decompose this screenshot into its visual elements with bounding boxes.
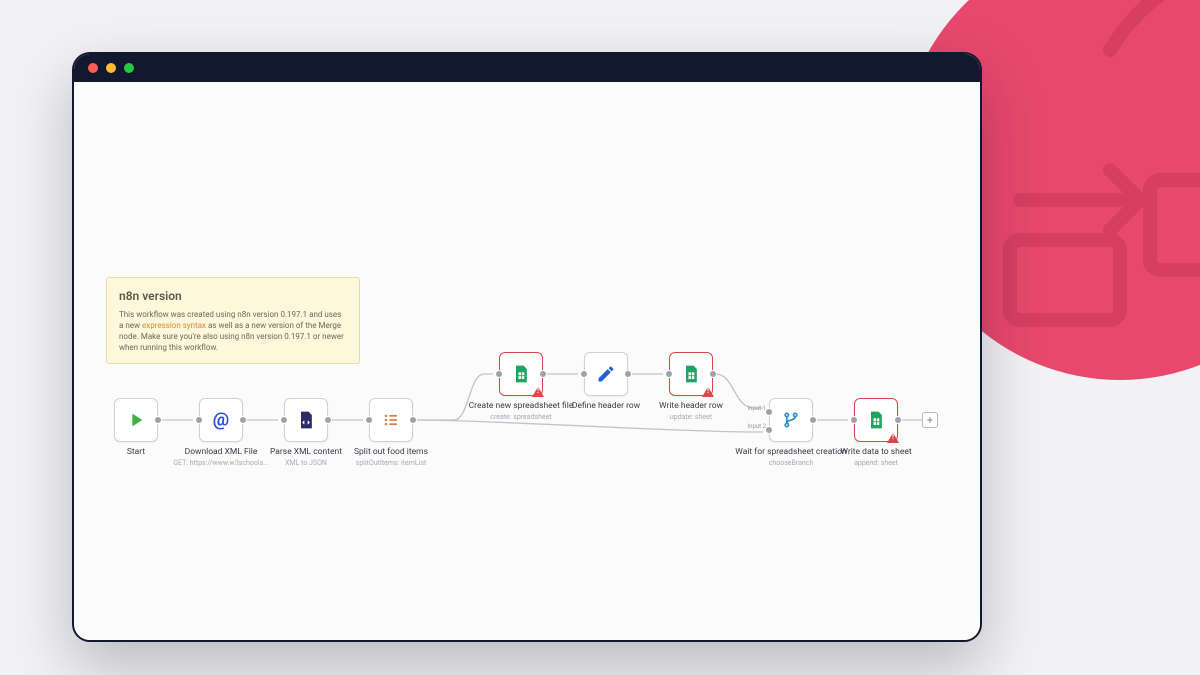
browser-window: n8n version This workflow was created us… [72,52,982,642]
port-out[interactable] [324,416,332,424]
node-start[interactable]: Start [114,398,158,442]
node-define-header[interactable]: Define header row [584,352,628,396]
node-download-xml[interactable]: @ Download XML FileGET: https://www.w3sc… [199,398,243,442]
window-min-dot[interactable] [106,63,116,73]
node-write-header[interactable]: Write header rowupdate: sheet [669,352,713,396]
port-out[interactable] [409,416,417,424]
node-label: Write data to sheetappend: sheet [816,447,936,467]
warning-badge-icon [702,385,714,397]
port-out[interactable] [809,416,817,424]
port-in-2[interactable] [765,426,773,434]
node-parse-xml[interactable]: Parse XML contentXML to JSON [284,398,328,442]
port-out[interactable] [709,370,717,378]
play-icon [125,409,147,431]
port-in-1[interactable] [765,408,773,416]
port-out[interactable] [239,416,247,424]
google-sheets-icon [510,363,532,385]
google-sheets-icon [865,409,887,431]
window-close-dot[interactable] [88,63,98,73]
port-label: Input 1 [748,405,766,412]
workflow-canvas[interactable]: n8n version This workflow was created us… [74,82,980,640]
node-label: Write header rowupdate: sheet [631,401,751,421]
sticky-title: n8n version [119,288,347,304]
node-label: Split out food itemssplitOutItems: itemL… [331,447,451,467]
port-label: Input 2 [748,423,766,430]
git-branch-icon [780,409,802,431]
pencil-icon [595,363,617,385]
port-in[interactable] [495,370,503,378]
window-max-dot[interactable] [124,63,134,73]
file-code-icon [295,409,317,431]
node-write-data[interactable]: Write data to sheetappend: sheet [854,398,898,442]
sticky-link[interactable]: expression syntax [142,321,206,330]
add-node-button[interactable]: + [922,412,938,428]
at-icon: @ [210,409,232,431]
node-split-items[interactable]: Split out food itemssplitOutItems: itemL… [369,398,413,442]
svg-text:@: @ [213,410,229,431]
port-out[interactable] [894,416,902,424]
port-in[interactable] [365,416,373,424]
sticky-note[interactable]: n8n version This workflow was created us… [106,277,360,364]
window-titlebar [74,54,980,82]
port-in[interactable] [195,416,203,424]
node-create-spreadsheet[interactable]: Create new spreadsheet filecreate: sprea… [499,352,543,396]
node-merge-wait[interactable]: Input 1 Input 2 Wait for spreadsheet cre… [769,398,813,442]
port-in[interactable] [280,416,288,424]
port-in[interactable] [580,370,588,378]
port-out[interactable] [154,416,162,424]
port-out[interactable] [539,370,547,378]
port-in[interactable] [665,370,673,378]
list-icon [380,409,402,431]
port-out[interactable] [624,370,632,378]
port-in[interactable] [850,416,858,424]
warning-badge-icon [887,431,899,443]
google-sheets-icon [680,363,702,385]
sticky-body: This workflow was created using n8n vers… [119,310,347,353]
plus-icon: + [927,414,933,427]
warning-badge-icon [532,385,544,397]
